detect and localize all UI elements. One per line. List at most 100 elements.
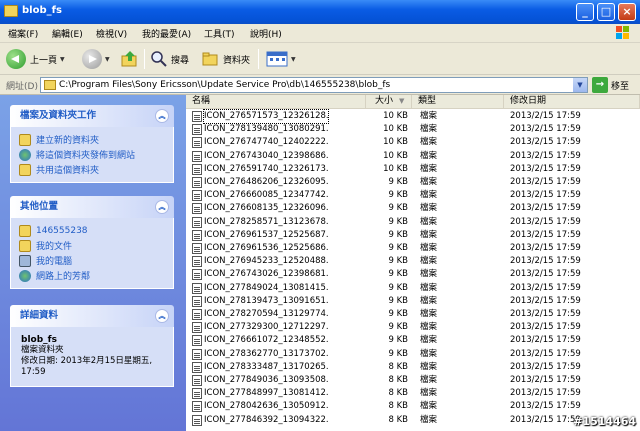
views-icon <box>266 51 288 67</box>
file-icon <box>192 375 202 386</box>
file-icon <box>192 203 202 215</box>
file-date: 2013/2/15 17:59 <box>510 335 581 346</box>
column-size[interactable]: 大小 <box>366 95 412 109</box>
task-share-folder[interactable]: 共用這個資料夾 <box>19 162 165 177</box>
chevron-down-icon: ▼ <box>291 55 296 63</box>
menu-file[interactable]: 檔案(F) <box>8 27 38 40</box>
file-date: 2013/2/15 17:59 <box>510 137 581 148</box>
views-button[interactable]: ▼ <box>266 47 296 71</box>
file-row[interactable]: ICON_276661072_12348552... 9 KB 檔案 2013/2/1… <box>192 334 640 347</box>
close-button[interactable]: × <box>618 3 636 21</box>
go-button[interactable]: 移至 <box>611 79 629 92</box>
file-row[interactable]: ICON_278139480_13080291... 10 KB 檔案 2013/2/… <box>192 123 640 136</box>
collapse-icon[interactable]: ︽ <box>155 200 169 214</box>
file-size: 9 KB <box>388 309 408 319</box>
file-date: 2013/2/15 17:59 <box>510 216 581 227</box>
file-name: ICON_278333487_13170265... <box>204 361 328 372</box>
file-size: 10 KB <box>383 163 408 174</box>
folders-button[interactable]: 資料夾 <box>202 47 250 71</box>
file-row[interactable]: ICON_276608135_12326096... 9 KB 檔案 2013/2/1… <box>192 202 640 215</box>
file-row[interactable]: ICON_278333487_13170265... 8 KB 檔案 2013/2/1… <box>192 361 640 374</box>
file-icon <box>192 309 202 320</box>
file-name: ICON_276486206_12326095... <box>204 177 328 187</box>
file-type: 檔案 <box>420 295 438 306</box>
file-row[interactable]: ICON_276660085_12347742... 9 KB 檔案 2013/2/1… <box>192 189 640 202</box>
file-name: ICON_277848997_13081412... <box>204 388 328 399</box>
go-arrow-icon[interactable]: → <box>592 77 608 93</box>
file-type: 檔案 <box>420 269 438 280</box>
search-button[interactable]: 搜尋 <box>150 47 189 71</box>
menu-tools[interactable]: 工具(T) <box>204 27 235 40</box>
file-row[interactable]: ICON_278270594_13129774... 9 KB 檔案 2013/2/1… <box>192 308 640 321</box>
file-type: 檔案 <box>420 335 438 346</box>
collapse-icon[interactable]: ︽ <box>155 109 169 123</box>
place-my-computer[interactable]: 我的電腦 <box>19 253 165 268</box>
file-row[interactable]: ICON_276743040_12398686... 10 KB 檔案 2013/2/… <box>192 150 640 163</box>
file-row[interactable]: ICON_278258571_13123678... 9 KB 檔案 2013/2/1… <box>192 216 640 229</box>
file-row[interactable]: ICON_278362770_13173702... 9 KB 檔案 2013/2/1… <box>192 348 640 361</box>
back-button[interactable]: 上一頁 ▼ <box>6 47 65 71</box>
file-row[interactable]: ICON_277329300_12712297... 9 KB 檔案 2013/2/1… <box>192 321 640 334</box>
file-date: 2013/2/15 17:59 <box>510 190 581 201</box>
place-my-documents[interactable]: 我的文件 <box>19 238 165 253</box>
file-icon <box>192 388 202 400</box>
file-row[interactable]: ICON_276961537_12525687... 9 KB 檔案 2013/2/1… <box>192 229 640 242</box>
folders-icon <box>202 52 218 66</box>
file-type: 檔案 <box>420 124 438 135</box>
up-folder-button[interactable] <box>120 47 140 71</box>
other-places-title: 其他位置 <box>20 201 59 212</box>
file-date: 2013/2/15 17:59 <box>510 124 581 135</box>
file-row[interactable]: ICON_278042636_13050912... 8 KB 檔案 2013/2/1… <box>192 400 640 413</box>
menu-view[interactable]: 檢視(V) <box>96 27 127 40</box>
details-modified: 修改日期: 2013年2月15日星期五, 17:59 <box>21 356 153 377</box>
folder-icon <box>44 80 56 90</box>
sort-down-icon: ▼ <box>399 97 405 105</box>
file-date: 2013/2/15 17:59 <box>510 322 581 333</box>
menu-favorites[interactable]: 我的最愛(A) <box>142 27 191 40</box>
address-dropdown-button[interactable]: ▼ <box>573 78 587 92</box>
file-name: ICON_276743040_12398686... <box>204 150 328 161</box>
place-network[interactable]: 網路上的芳鄰 <box>19 268 165 283</box>
forward-button[interactable]: ▼ <box>82 47 110 71</box>
other-places-panel: 其他位置 ︽ 146555238 我的文件 我的電腦 網路上的芳鄰 <box>10 196 174 289</box>
file-row[interactable]: ICON_277849024_13081415... 9 KB 檔案 2013/2/1… <box>192 282 640 295</box>
file-type: 檔案 <box>420 309 438 319</box>
computer-icon <box>19 254 31 267</box>
task-new-folder[interactable]: 建立新的資料夾 <box>19 132 165 147</box>
file-icon <box>192 335 202 347</box>
file-type: 檔案 <box>420 216 438 227</box>
column-type[interactable]: 類型 <box>412 95 504 109</box>
other-places-header[interactable]: 其他位置 ︽ <box>10 196 174 218</box>
menu-edit[interactable]: 編輯(E) <box>52 27 83 40</box>
address-input[interactable]: C:\Program Files\Sony Ericsson\Update Se… <box>40 77 588 93</box>
column-date[interactable]: 修改日期 <box>504 95 640 109</box>
file-row[interactable]: ICON_276747740_12402222... 10 KB 檔案 2013/2/… <box>192 136 640 149</box>
file-row[interactable]: ICON_276591740_12326173... 10 KB 檔案 2013/2/… <box>192 163 640 176</box>
file-row[interactable]: ICON_276945233_12520488... 9 KB 檔案 2013/2/1… <box>192 255 640 268</box>
file-row[interactable]: ICON_276961536_12525686... 9 KB 檔案 2013/2/1… <box>192 242 640 255</box>
file-row[interactable]: ICON_277849036_13093508... 8 KB 檔案 2013/2/1… <box>192 374 640 387</box>
file-tasks-title: 檔案及資料夾工作 <box>20 110 97 121</box>
file-list: 名稱 大小 ▼ 類型 修改日期 ICON_276571573_12326128.… <box>186 95 640 431</box>
details-header[interactable]: 詳細資料 ︽ <box>10 305 174 327</box>
column-name[interactable]: 名稱 <box>186 95 366 109</box>
file-size: 8 KB <box>388 401 408 412</box>
file-type: 檔案 <box>420 375 438 385</box>
place-parent-folder[interactable]: 146555238 <box>19 223 165 238</box>
file-icon <box>192 190 202 202</box>
collapse-icon[interactable]: ︽ <box>155 309 169 323</box>
maximize-button[interactable]: □ <box>597 3 615 21</box>
file-icon <box>192 401 202 413</box>
folder-icon <box>19 224 31 237</box>
task-publish-web[interactable]: 將這個資料夾發佈到網站 <box>19 147 165 162</box>
file-row[interactable]: ICON_277848997_13081412... 8 KB 檔案 2013/2/1… <box>192 387 640 400</box>
file-row[interactable]: ICON_276743026_12398681... 9 KB 檔案 2013/2/1… <box>192 268 640 281</box>
minimize-button[interactable]: _ <box>576 3 594 21</box>
file-icon <box>192 216 202 228</box>
file-type: 檔案 <box>420 137 438 148</box>
file-row[interactable]: ICON_276571573_12326128... 10 KB 檔案 2013/2/… <box>192 109 640 124</box>
file-row[interactable]: ICON_276486206_12326095... 9 KB 檔案 2013/2/1… <box>192 176 640 189</box>
file-row[interactable]: ICON_278139473_13091651... 9 KB 檔案 2013/2/1… <box>192 295 640 308</box>
menu-help[interactable]: 說明(H) <box>250 27 282 40</box>
file-tasks-header[interactable]: 檔案及資料夾工作 ︽ <box>10 105 174 127</box>
